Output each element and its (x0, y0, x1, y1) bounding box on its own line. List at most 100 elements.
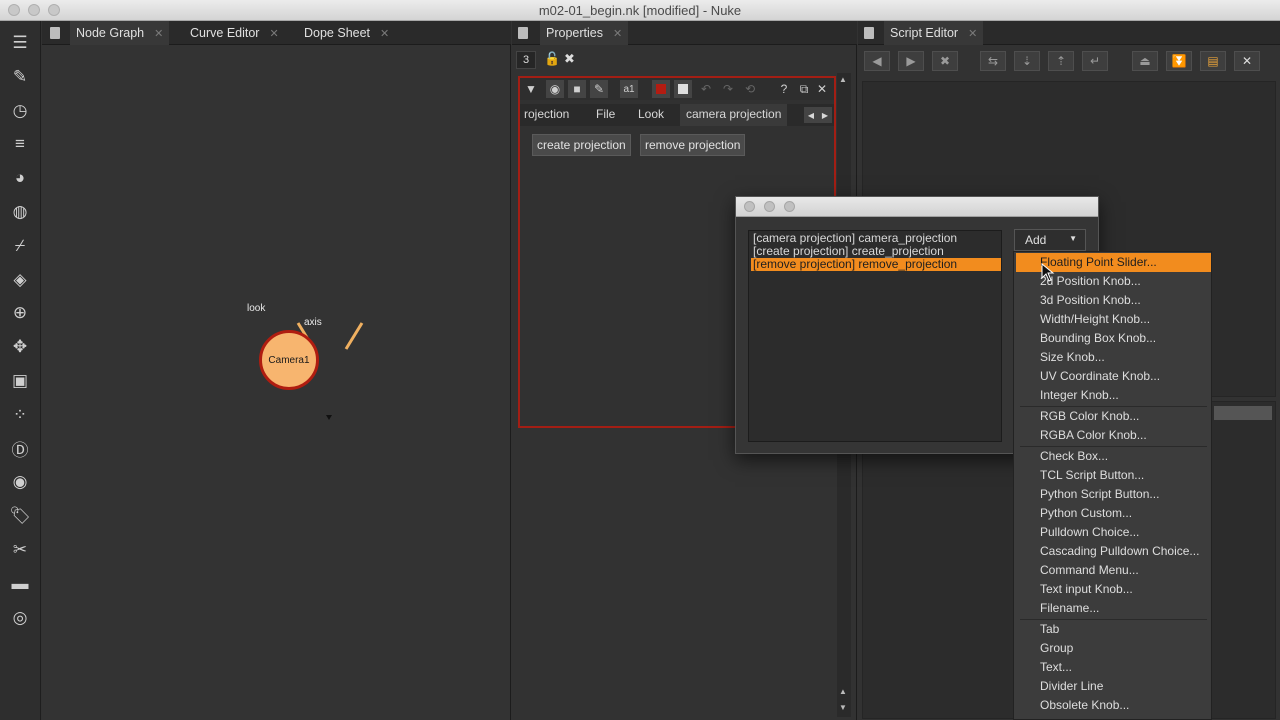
close-tab-icon[interactable]: ✕ (154, 27, 163, 40)
keyer-icon[interactable]: ◈ (8, 268, 32, 292)
close-tab-icon[interactable]: ✕ (968, 27, 977, 40)
tab-properties[interactable]: Properties ✕ (540, 21, 629, 45)
lock-icon[interactable]: 🔓 (544, 51, 560, 67)
3d-cube-icon[interactable]: ▣ (8, 369, 32, 393)
menu-item[interactable]: RGBA Color Knob... (1016, 426, 1211, 445)
menu-item[interactable]: Text... (1016, 658, 1211, 677)
scroll-down-icon[interactable]: ▼ (839, 703, 849, 713)
dialog-zoom-button[interactable] (784, 201, 795, 212)
float-panel-icon[interactable]: ⧉ (798, 80, 810, 98)
tab-scroll-left-icon[interactable]: ◀ (804, 107, 818, 123)
furnace-icon[interactable]: ◎ (8, 606, 32, 630)
revert-icon[interactable]: ⟲ (742, 80, 758, 98)
help-icon[interactable]: ? (778, 80, 790, 98)
redo-icon[interactable]: ↷ (720, 80, 736, 98)
menu-item[interactable]: Filename... (1016, 599, 1211, 618)
edit-knobs-icon[interactable]: ✎ (590, 80, 608, 98)
paint-brush-icon[interactable]: ✎ (8, 65, 32, 89)
menu-item[interactable]: Width/Height Knob... (1016, 310, 1211, 329)
menu-item[interactable]: Size Knob... (1016, 348, 1211, 367)
dialog-title-bar (736, 197, 1098, 217)
collapse-triangle-icon[interactable]: ▼ (524, 80, 538, 98)
menu-item[interactable]: Group (1016, 639, 1211, 658)
clear-panels-icon[interactable]: ✖ (564, 51, 575, 67)
tab-curve-editor[interactable]: Curve Editor ✕ (184, 21, 285, 45)
other-icon[interactable]: ▬ (8, 572, 32, 596)
knob-list-item[interactable]: [remove projection] remove_projection (751, 258, 1001, 271)
show-output-icon[interactable]: ⏬ (1166, 51, 1192, 71)
menu-item[interactable]: Tab (1016, 620, 1211, 639)
node-color-icon[interactable] (652, 80, 670, 98)
source-script-icon[interactable]: ⇆ (980, 51, 1006, 71)
merge-icon[interactable]: ⊕ (8, 301, 32, 325)
run-script-icon[interactable]: ↵ (1082, 51, 1108, 71)
panels-icon[interactable]: ☰ (8, 31, 32, 55)
menu-item[interactable]: 3d Position Knob... (1016, 291, 1211, 310)
views-icon[interactable]: ◉ (8, 470, 32, 494)
transform-icon[interactable]: ✥ (8, 335, 32, 359)
menu-item[interactable]: RGB Color Knob... (1016, 407, 1211, 426)
load-script-icon[interactable]: ⇣ (1014, 51, 1040, 71)
tab-script-editor[interactable]: Script Editor ✕ (884, 21, 984, 45)
menu-item[interactable]: Obsolete Knob... (1016, 696, 1211, 715)
menu-item[interactable]: TCL Script Button... (1016, 466, 1211, 485)
dialog-close-button[interactable] (744, 201, 755, 212)
tab-projection[interactable]: rojection (520, 107, 573, 121)
menu-item[interactable]: Check Box... (1016, 447, 1211, 466)
toolsets-icon[interactable]: ✂ (8, 538, 32, 562)
dialog-minimize-button[interactable] (764, 201, 775, 212)
knob-list[interactable]: [camera projection] camera_projection [cr… (748, 230, 1002, 442)
node-input-look-label: look (247, 303, 266, 314)
close-panel-icon[interactable]: ✕ (816, 80, 828, 98)
pane-grip-icon[interactable] (864, 27, 874, 39)
close-tab-icon[interactable]: ✕ (380, 27, 389, 40)
add-knob-button[interactable]: Add ▼ (1014, 229, 1086, 251)
deep-icon[interactable]: Ⓓ (8, 437, 32, 461)
close-tab-icon[interactable]: ✕ (613, 27, 622, 40)
scroll-up-icon-bottom[interactable]: ▲ (839, 687, 849, 697)
menu-item[interactable]: Cascading Pulldown Choice... (1016, 542, 1211, 561)
particles-icon[interactable]: ⁘ (8, 403, 32, 427)
menu-item[interactable]: Bounding Box Knob... (1016, 329, 1211, 348)
undo-icon[interactable]: ↶ (698, 80, 714, 98)
menu-item[interactable]: Pulldown Choice... (1016, 523, 1211, 542)
tab-look[interactable]: Look (634, 107, 668, 121)
menu-item[interactable]: Integer Knob... (1016, 386, 1211, 405)
menu-item[interactable]: Text input Knob... (1016, 580, 1211, 599)
pane-grip-icon[interactable] (518, 27, 528, 39)
camera-icon[interactable]: ■ (568, 80, 586, 98)
menu-item[interactable]: Python Custom... (1016, 504, 1211, 523)
remove-projection-button[interactable]: remove projection (640, 134, 746, 156)
save-script-icon[interactable]: ⇡ (1048, 51, 1074, 71)
menu-item[interactable]: Divider Line (1016, 677, 1211, 696)
max-panels-field[interactable]: 3 (516, 51, 536, 69)
filter-icon[interactable]: ⌿ (8, 234, 32, 258)
scroll-up-icon[interactable]: ▲ (839, 75, 849, 85)
clear-history-icon[interactable]: ✖ (932, 51, 958, 71)
color-wheel-icon[interactable]: ◕ (8, 166, 32, 190)
close-tab-icon[interactable]: ✕ (269, 27, 278, 40)
menu-item[interactable]: Command Menu... (1016, 561, 1211, 580)
metadata-icon[interactable]: 🏷 (8, 504, 32, 528)
pane-grip-icon[interactable] (50, 27, 60, 39)
hide-icon[interactable]: ◉ (546, 80, 564, 98)
clock-icon[interactable]: ◷ (8, 99, 32, 123)
show-both-icon[interactable]: ▤ (1200, 51, 1226, 71)
previous-script-icon[interactable]: ◀ (864, 51, 890, 71)
tab-file[interactable]: File (592, 107, 619, 121)
tab-camera-projection[interactable]: camera projection (680, 104, 788, 126)
tab-node-graph[interactable]: Node Graph ✕ (70, 21, 170, 45)
menu-item[interactable]: Python Script Button... (1016, 485, 1211, 504)
tab-scroll-right-icon[interactable]: ▶ (818, 107, 832, 123)
menu-item[interactable]: UV Coordinate Knob... (1016, 367, 1211, 386)
clear-output-icon[interactable]: ✕ (1234, 51, 1260, 71)
create-projection-button[interactable]: create projection (532, 134, 631, 156)
layers-stack-icon[interactable]: ≡ (8, 132, 32, 156)
next-script-icon[interactable]: ▶ (898, 51, 924, 71)
show-input-icon[interactable]: ⏏ (1132, 51, 1158, 71)
tab-dope-sheet[interactable]: Dope Sheet ✕ (298, 21, 395, 45)
camera-node[interactable]: Camera1 (259, 330, 319, 390)
label-a1[interactable]: a1 (620, 80, 638, 98)
gl-color-icon[interactable] (674, 80, 692, 98)
channel-icon[interactable]: ◍ (8, 200, 32, 224)
